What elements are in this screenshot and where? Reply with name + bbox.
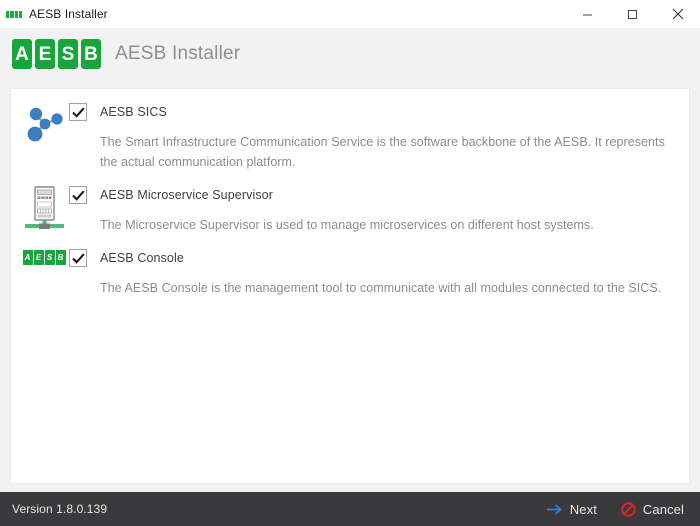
logo-tile-b: B	[81, 39, 101, 69]
mini-logo-tile-e: E	[33, 250, 44, 265]
no-entry-icon	[621, 501, 636, 517]
mini-logo-tile-s: S	[44, 250, 55, 265]
server-device-icon	[19, 184, 69, 235]
list-item-header: AESB SICS	[69, 101, 679, 123]
aesb-logo-icon	[6, 6, 22, 22]
component-list: AESB SICS The Smart Infrastructure Commu…	[10, 88, 690, 484]
app-header: A E S B AESB Installer	[0, 28, 700, 80]
footer-bar: Version 1.8.0.139 Next Cancel	[0, 492, 700, 526]
maximize-icon[interactable]	[610, 0, 655, 28]
window-controls	[565, 0, 700, 28]
list-item[interactable]: AESB SICS The Smart Infrastructure Commu…	[11, 95, 689, 178]
component-description: The AESB Console is the management tool …	[100, 281, 662, 295]
next-button[interactable]: Next	[544, 500, 599, 519]
component-name: AESB SICS	[100, 105, 167, 119]
aesb-logo-icon: A E S B	[19, 247, 69, 298]
logo-tile-e: E	[35, 39, 55, 69]
list-item[interactable]: AESB Microservice Supervisor The Microse…	[11, 178, 689, 241]
cancel-button-label: Cancel	[642, 501, 684, 517]
list-item-header: AESB Console	[69, 247, 679, 269]
component-description: The Smart Infrastructure Communication S…	[100, 135, 665, 169]
aesb-logo-icon: A E S B	[12, 39, 101, 69]
cancel-button[interactable]: Cancel	[619, 500, 686, 519]
mini-logo-tile-a: A	[22, 250, 33, 265]
list-item[interactable]: A E S B AESB Console The AESB Console is…	[11, 241, 689, 304]
page-title: AESB Installer	[115, 43, 241, 64]
component-checkbox[interactable]	[69, 103, 87, 121]
minimize-icon[interactable]	[565, 0, 610, 28]
version-label: Version 1.8.0.139	[12, 502, 108, 516]
component-name: AESB Console	[100, 251, 184, 265]
list-item-body: AESB Console The AESB Console is the man…	[69, 247, 679, 298]
mini-logo-tile-b: B	[55, 250, 66, 265]
window-title: AESB Installer	[29, 7, 108, 21]
component-name: AESB Microservice Supervisor	[100, 188, 273, 202]
logo-tile-a: A	[12, 39, 32, 69]
content-area: AESB SICS The Smart Infrastructure Commu…	[0, 80, 700, 492]
arrow-right-icon	[546, 503, 563, 516]
list-item-body: AESB SICS The Smart Infrastructure Commu…	[69, 101, 679, 172]
list-item-body: AESB Microservice Supervisor The Microse…	[69, 184, 679, 235]
component-checkbox[interactable]	[69, 186, 87, 204]
installer-window: AESB Installer A E S B AESB Installer AE…	[0, 0, 700, 526]
network-nodes-icon	[19, 101, 69, 172]
component-description: The Microservice Supervisor is used to m…	[100, 218, 594, 232]
next-button-label: Next	[569, 501, 597, 517]
title-bar: AESB Installer	[0, 0, 700, 28]
component-checkbox[interactable]	[69, 249, 87, 267]
list-item-header: AESB Microservice Supervisor	[69, 184, 679, 206]
close-icon[interactable]	[655, 0, 700, 28]
logo-tile-s: S	[58, 39, 78, 69]
